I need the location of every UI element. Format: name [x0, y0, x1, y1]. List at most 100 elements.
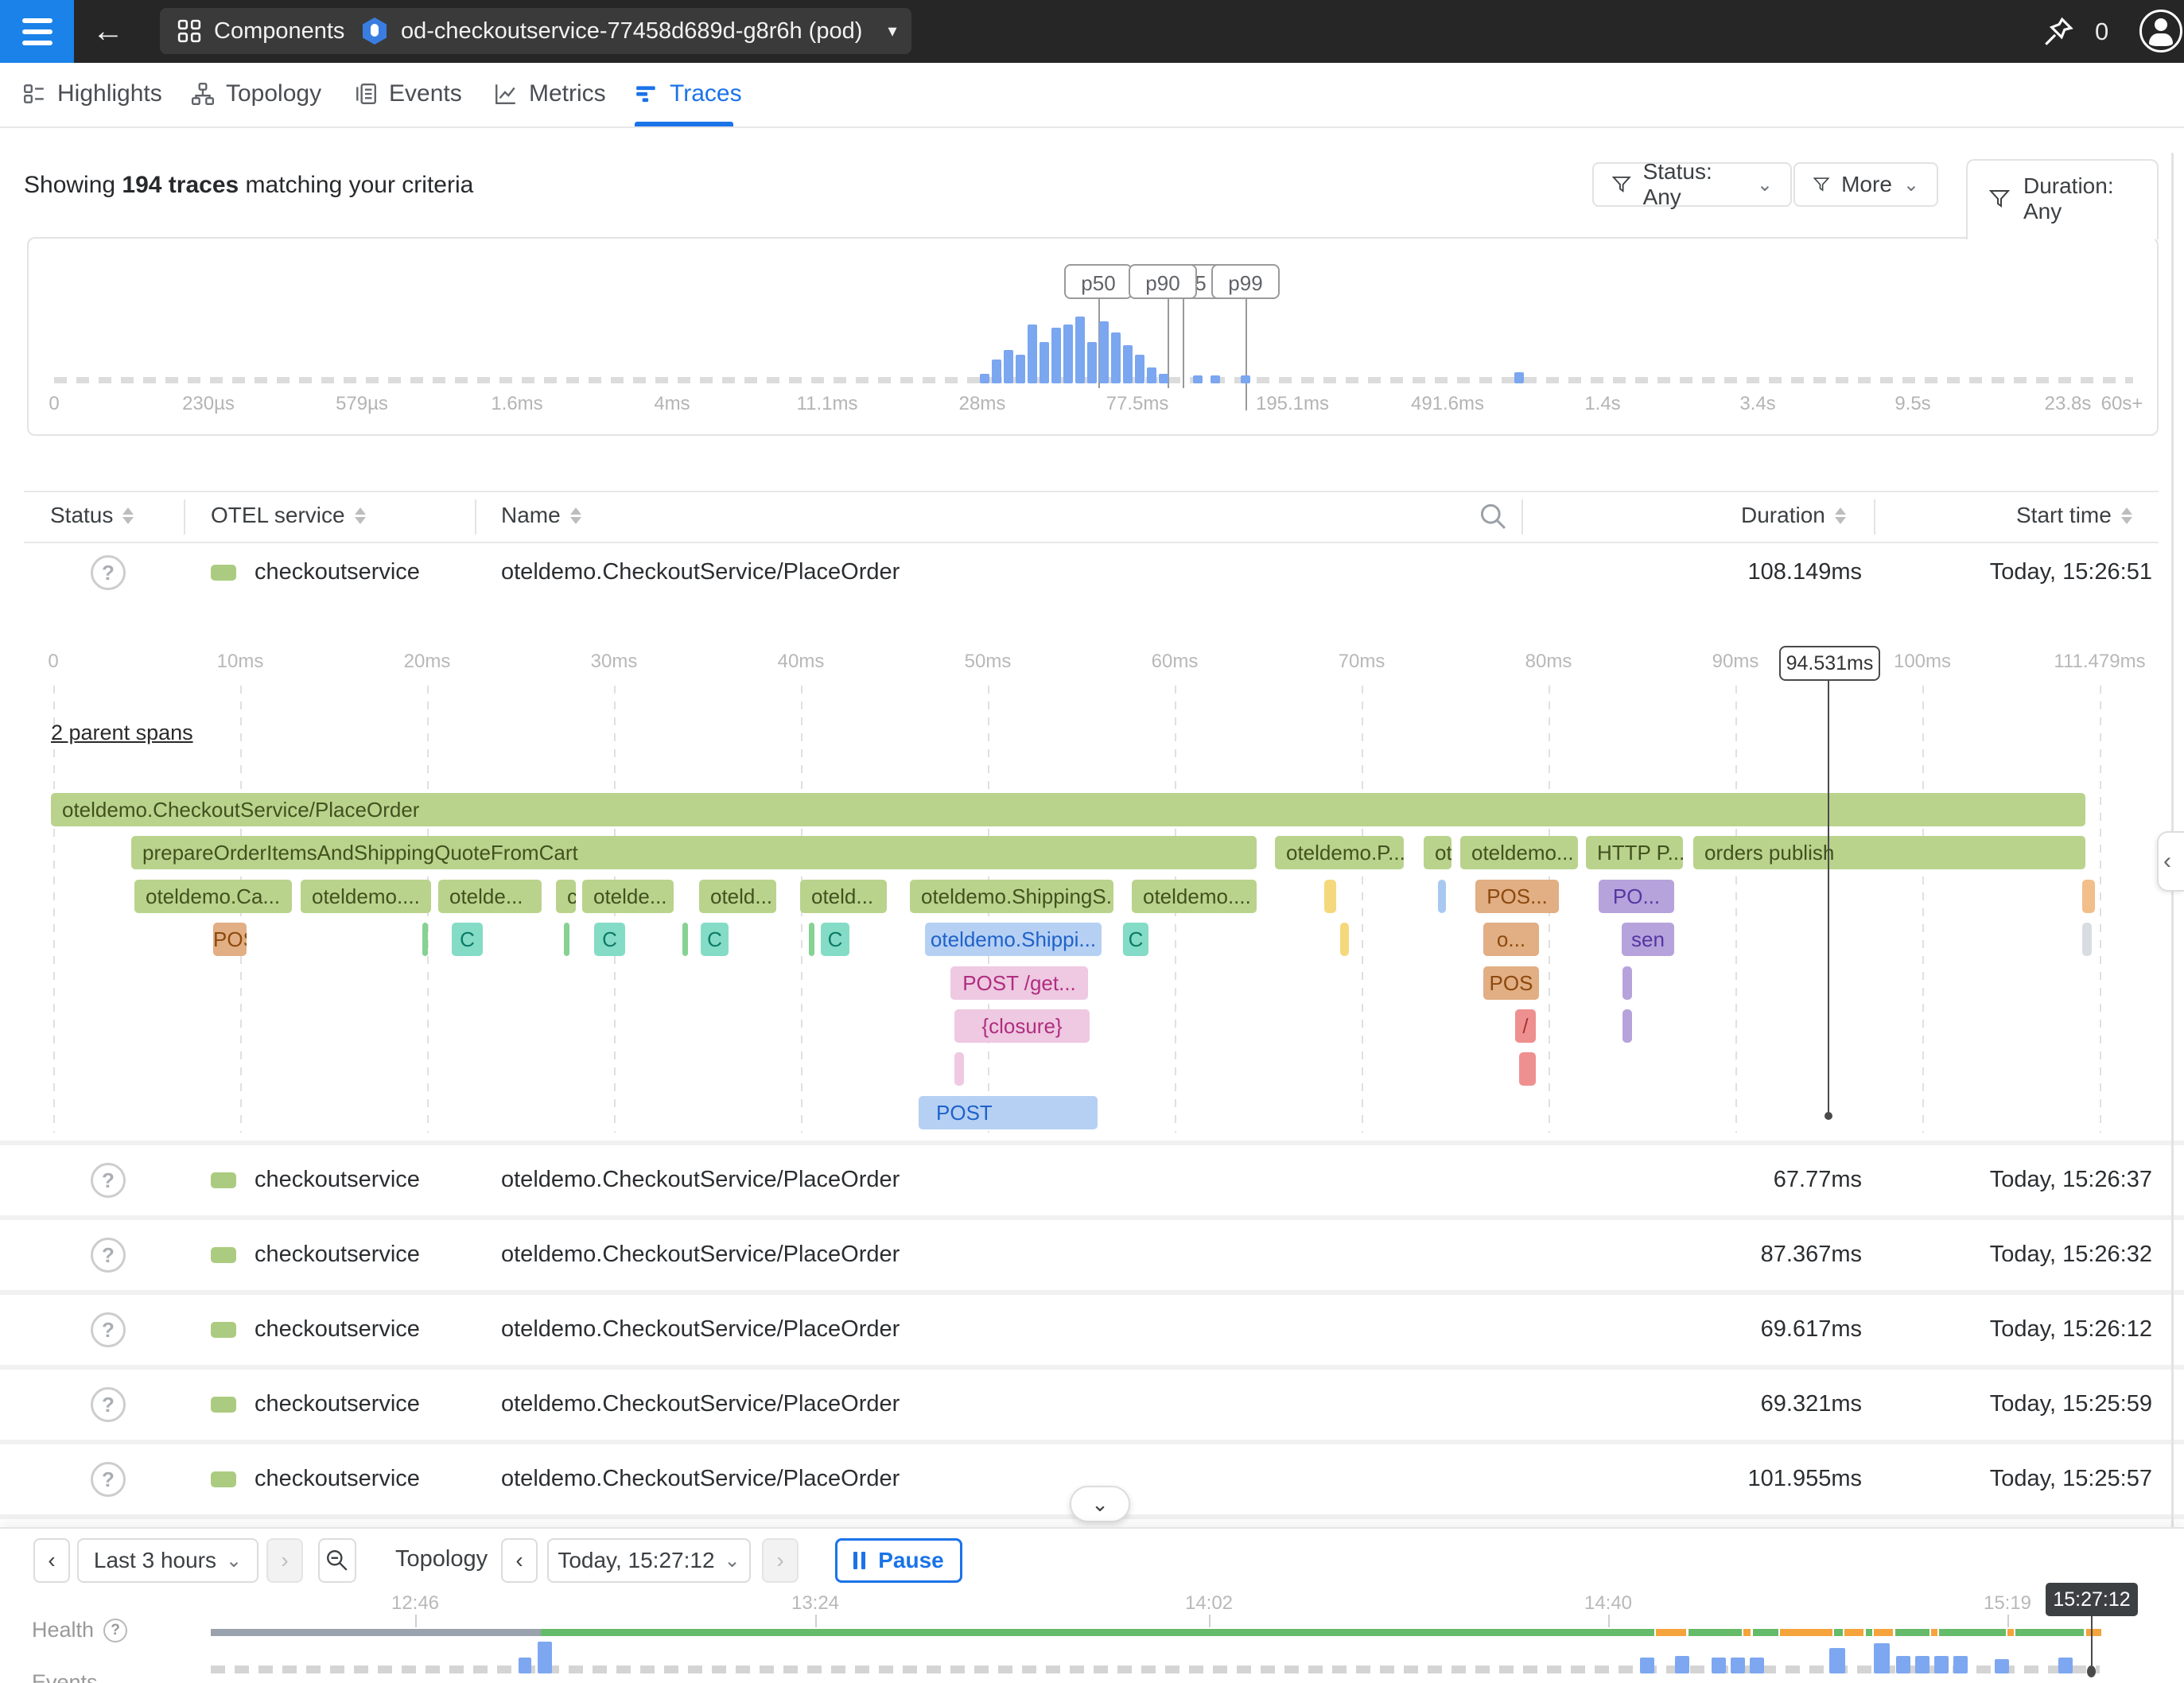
expand-more-button[interactable]: ⌄ — [1070, 1486, 1130, 1522]
table-header-border — [24, 542, 2159, 543]
percentile-line — [1246, 299, 1247, 410]
trace-span[interactable]: HTTP P... — [1586, 836, 1683, 869]
event-bar[interactable] — [1829, 1648, 1845, 1673]
trace-span[interactable]: POST — [919, 1096, 1098, 1129]
event-bar[interactable] — [1874, 1643, 1890, 1673]
column-header-name[interactable]: Name — [501, 503, 581, 528]
trace-span[interactable]: C — [821, 923, 849, 956]
back-button[interactable]: ← — [89, 13, 127, 51]
side-panel-toggle[interactable]: ‹ — [2157, 831, 2184, 892]
trace-span[interactable]: C — [452, 923, 483, 956]
event-bar[interactable] — [1953, 1656, 1968, 1673]
parent-spans-link[interactable]: 2 parent spans — [51, 721, 193, 745]
table-search-button[interactable] — [1478, 501, 1508, 535]
footer-cursor-line[interactable] — [2091, 1616, 2093, 1666]
trace-span[interactable]: POS — [213, 923, 247, 956]
time-range-dropdown[interactable]: Last 3 hours ⌄ — [77, 1538, 258, 1583]
column-header-otel-service[interactable]: OTEL service — [211, 503, 366, 528]
trace-span[interactable]: POS — [1483, 966, 1539, 1000]
trace-span[interactable] — [422, 923, 428, 956]
trace-span[interactable]: oteldemo.... — [301, 880, 431, 913]
tab-events[interactable]: Events — [354, 63, 462, 125]
more-filter-button[interactable]: More ⌄ — [1793, 162, 1938, 207]
histogram-bar — [1099, 321, 1109, 383]
hamburger-menu-button[interactable] — [0, 0, 74, 63]
trace-span[interactable]: C — [1123, 923, 1148, 956]
event-bar[interactable] — [1995, 1659, 2009, 1673]
pause-button[interactable]: Pause — [835, 1538, 962, 1583]
event-bar[interactable] — [538, 1642, 552, 1673]
trace-span[interactable]: sen — [1622, 923, 1674, 956]
event-bar[interactable] — [1640, 1658, 1654, 1673]
timestamp-dropdown[interactable]: Today, 15:27:12 ⌄ — [547, 1538, 751, 1583]
trace-span[interactable]: ote — [1424, 836, 1451, 869]
trace-span[interactable]: oteldemo.... — [1132, 880, 1257, 913]
trace-span[interactable]: POST /get... — [950, 966, 1088, 1000]
trace-span[interactable] — [1519, 1052, 1536, 1086]
components-button[interactable]: Components — [160, 8, 370, 54]
duration-filter-button[interactable]: Duration: Any — [1988, 173, 2157, 224]
trace-span[interactable]: orders publish — [1693, 836, 2085, 869]
trace-span[interactable] — [2082, 923, 2092, 956]
trace-span[interactable]: oteldemo... — [1460, 836, 1578, 869]
trace-span[interactable]: {closure} — [954, 1009, 1090, 1043]
trace-span[interactable] — [1324, 880, 1336, 913]
event-bar[interactable] — [1915, 1656, 1929, 1673]
trace-span[interactable]: otelde... — [438, 880, 542, 913]
trace-span[interactable] — [1340, 923, 1349, 956]
trace-span[interactable]: POS... — [1475, 880, 1559, 913]
trace-span[interactable] — [809, 923, 814, 956]
trace-span[interactable]: oteldemo.ShippingS... — [910, 880, 1113, 913]
trace-span[interactable]: oteld... — [800, 880, 887, 913]
column-header-start-time[interactable]: Start time — [2016, 503, 2132, 528]
trace-span[interactable]: otelde... — [582, 880, 674, 913]
trace-span[interactable]: C — [701, 923, 729, 956]
trace-span[interactable]: PO... — [1599, 880, 1674, 913]
status-filter-button[interactable]: Status: Any ⌄ — [1592, 162, 1792, 207]
trace-span[interactable]: C — [594, 923, 625, 956]
trace-span[interactable] — [682, 923, 688, 956]
pod-selector[interactable]: od-checkoutservice-77458d689d-g8r6h (pod… — [345, 8, 900, 54]
trace-span[interactable]: prepareOrderItemsAndShippingQuoteFromCar… — [131, 836, 1257, 869]
trace-span[interactable] — [2082, 880, 2095, 913]
histogram-bar — [1087, 342, 1097, 383]
footer-cursor-handle[interactable] — [2087, 1666, 2096, 1677]
trace-span[interactable]: oteld... — [699, 880, 776, 913]
range-forward-button[interactable]: › — [266, 1538, 303, 1583]
event-bar[interactable] — [1712, 1658, 1726, 1673]
trace-span[interactable]: oteldemo.CheckoutService/PlaceOrder — [51, 793, 2085, 826]
pod-dropdown-button[interactable]: ▾ — [873, 8, 911, 54]
trace-span[interactable]: o... — [1483, 923, 1539, 956]
column-header-duration[interactable]: Duration — [1741, 503, 1846, 528]
trace-span[interactable]: / — [1515, 1009, 1536, 1043]
trace-span[interactable] — [1622, 1009, 1632, 1043]
event-bar[interactable] — [1896, 1656, 1910, 1673]
tab-highlights[interactable]: Highlights — [22, 63, 162, 125]
tab-metrics[interactable]: Metrics — [494, 63, 606, 125]
event-bar[interactable] — [1731, 1658, 1745, 1673]
trace-span[interactable]: oteldemo.P... — [1275, 836, 1404, 869]
tab-traces[interactable]: Traces — [635, 63, 742, 125]
event-bar[interactable] — [1675, 1656, 1689, 1673]
event-bar[interactable] — [2058, 1658, 2073, 1673]
range-back-button[interactable]: ‹ — [33, 1538, 70, 1583]
trace-span[interactable]: oteldemo.Shippi... — [925, 923, 1102, 956]
trace-span[interactable] — [954, 1052, 964, 1086]
tab-topology[interactable]: Topology — [191, 63, 321, 125]
zoom-out-button[interactable] — [318, 1538, 356, 1583]
column-header-status[interactable]: Status — [50, 503, 134, 528]
trace-span[interactable]: oteldemo.Ca... — [134, 880, 292, 913]
trace-span[interactable] — [1622, 966, 1632, 1000]
event-bar[interactable] — [1750, 1658, 1764, 1673]
pin-button[interactable] — [2041, 14, 2076, 53]
scrollbar-track[interactable] — [2171, 153, 2174, 1659]
help-icon[interactable]: ? — [103, 1619, 127, 1642]
event-bar[interactable] — [1934, 1656, 1949, 1673]
trace-span[interactable] — [564, 923, 569, 956]
avatar[interactable] — [2139, 10, 2182, 52]
time-forward-button[interactable]: › — [762, 1538, 799, 1583]
time-back-button[interactable]: ‹ — [501, 1538, 538, 1583]
trace-span[interactable]: c — [556, 880, 576, 913]
trace-span[interactable] — [1438, 880, 1446, 913]
event-bar[interactable] — [519, 1658, 531, 1673]
